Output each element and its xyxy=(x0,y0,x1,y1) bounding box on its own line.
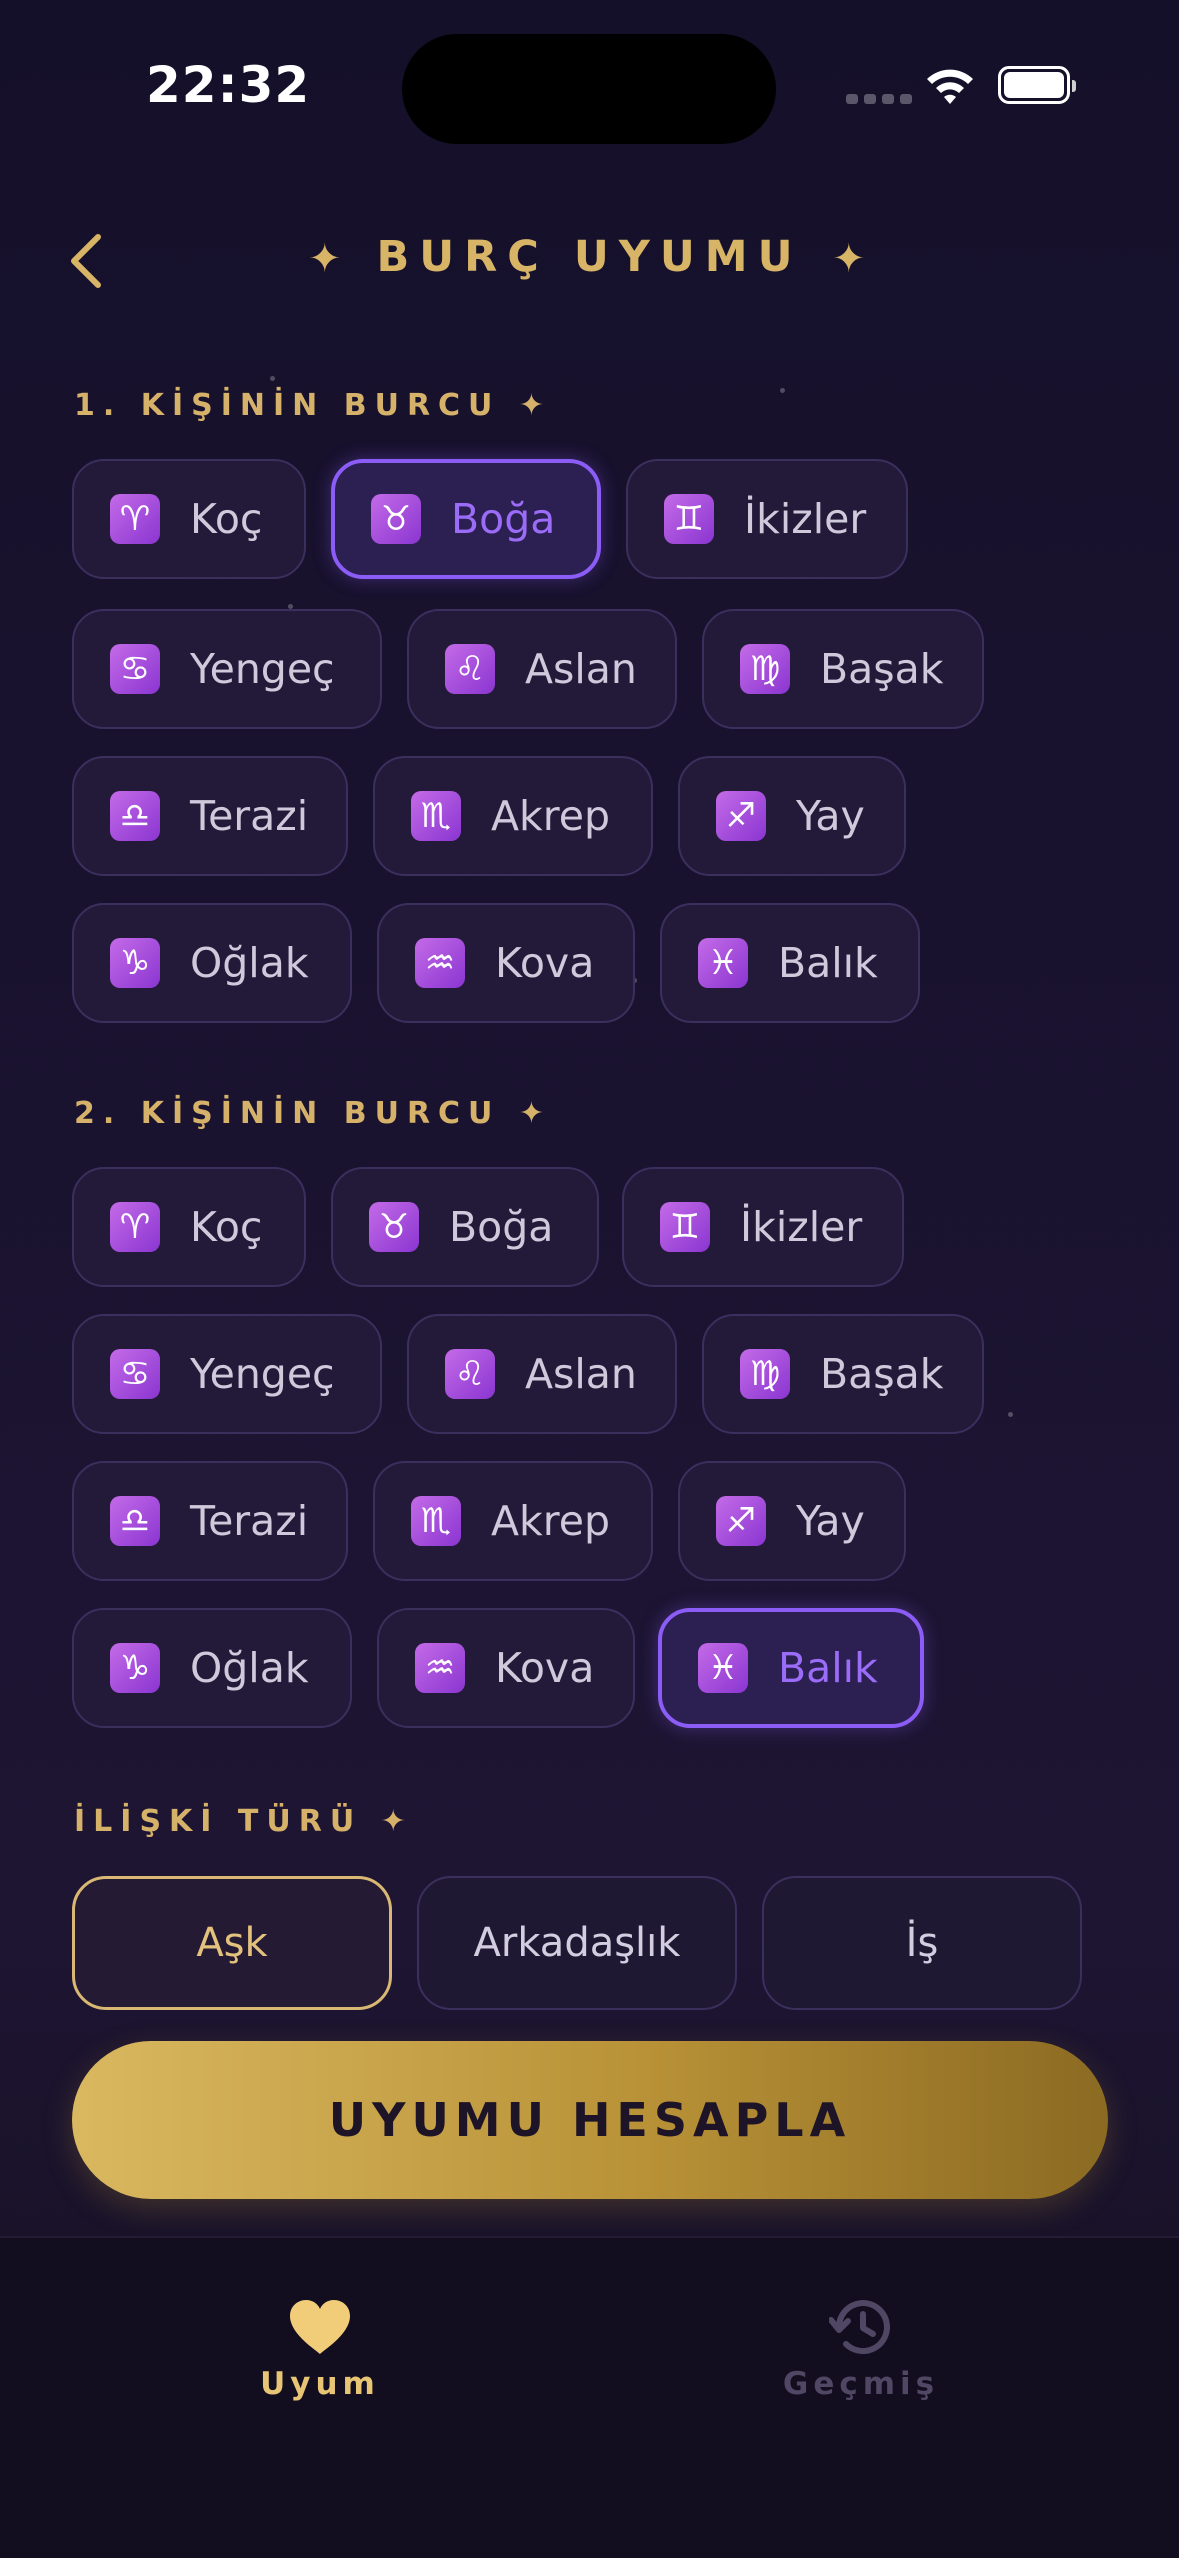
sign-label: Kova xyxy=(495,1644,595,1692)
sign-label: Yay xyxy=(796,1497,865,1545)
sign-label: Boğa xyxy=(449,1203,554,1251)
person2-sign-taurus[interactable]: ♉ Boğa xyxy=(331,1167,599,1287)
capricorn-icon: ♑ xyxy=(110,938,160,988)
sign-label: Terazi xyxy=(190,792,309,840)
sign-label: Oğlak xyxy=(190,1644,309,1692)
person1-sign-scorpio[interactable]: ♏ Akrep xyxy=(373,756,653,876)
sign-label: Akrep xyxy=(491,792,610,840)
person1-sign-taurus[interactable]: ♉ Boğa xyxy=(331,459,601,579)
sign-label: Koç xyxy=(190,1203,263,1251)
sign-label: Koç xyxy=(190,495,263,543)
aries-icon: ♈ xyxy=(110,1202,160,1252)
person1-sign-pisces[interactable]: ♓ Balık xyxy=(660,903,920,1023)
relationship-option-work[interactable]: İş xyxy=(762,1876,1082,2010)
relationship-option-friendship[interactable]: Arkadaşlık xyxy=(417,1876,737,2010)
dynamic-island xyxy=(402,34,776,144)
scorpio-icon: ♏ xyxy=(411,791,461,841)
heart-icon xyxy=(290,2300,350,2354)
person1-section-label: 1. KİŞİNİN BURCU ✦ xyxy=(74,388,552,423)
sign-label: Yengeç xyxy=(190,645,335,693)
capricorn-icon: ♑ xyxy=(110,1643,160,1693)
person2-section-label: 2. KİŞİNİN BURCU ✦ xyxy=(74,1096,552,1131)
person1-sign-sagittarius[interactable]: ♐ Yay xyxy=(678,756,906,876)
sign-label: Akrep xyxy=(491,1497,610,1545)
person2-sign-gemini[interactable]: ♊ İkizler xyxy=(622,1167,904,1287)
aquarius-icon: ♒ xyxy=(415,938,465,988)
tab-compatibility[interactable]: Uyum xyxy=(170,2298,470,2402)
sign-label: Aslan xyxy=(525,645,637,693)
person2-sign-scorpio[interactable]: ♏ Akrep xyxy=(373,1461,653,1581)
sagittarius-icon: ♐ xyxy=(716,791,766,841)
person1-sign-capricorn[interactable]: ♑ Oğlak xyxy=(72,903,352,1023)
tab-bar: Uyum Geçmiş xyxy=(0,2236,1179,2558)
aries-icon: ♈ xyxy=(110,494,160,544)
tab-history[interactable]: Geçmiş xyxy=(711,2298,1011,2402)
sign-label: Yay xyxy=(796,792,865,840)
sign-label: Balık xyxy=(778,939,878,987)
background-star xyxy=(1008,1412,1013,1417)
sign-label: Oğlak xyxy=(190,939,309,987)
sign-label: Kova xyxy=(495,939,595,987)
sign-label: Yengeç xyxy=(190,1350,335,1398)
person2-sign-capricorn[interactable]: ♑ Oğlak xyxy=(72,1608,352,1728)
cancer-icon: ♋ xyxy=(110,644,160,694)
sign-label: Aslan xyxy=(525,1350,637,1398)
person2-sign-virgo[interactable]: ♍ Başak xyxy=(702,1314,984,1434)
sign-label: İkizler xyxy=(744,495,867,543)
sparkle-icon: ✦ xyxy=(832,236,866,282)
person1-sign-libra[interactable]: ♎ Terazi xyxy=(72,756,348,876)
taurus-icon: ♉ xyxy=(371,494,421,544)
tab-label: Geçmiş xyxy=(782,2366,940,2402)
background-star xyxy=(270,376,275,381)
relationship-section-label: İLİŞKİ TÜRÜ ✦ xyxy=(74,1804,414,1839)
sagittarius-icon: ♐ xyxy=(716,1496,766,1546)
person2-sign-pisces[interactable]: ♓ Balık xyxy=(658,1608,924,1728)
libra-icon: ♎ xyxy=(110,791,160,841)
page-title: BURÇ UYUMU xyxy=(376,232,803,282)
virgo-icon: ♍ xyxy=(740,644,790,694)
scorpio-icon: ♏ xyxy=(411,1496,461,1546)
sign-label: Boğa xyxy=(451,495,556,543)
taurus-icon: ♉ xyxy=(369,1202,419,1252)
person2-sign-leo[interactable]: ♌ Aslan xyxy=(407,1314,677,1434)
history-icon xyxy=(829,2300,890,2355)
leo-icon: ♌ xyxy=(445,1349,495,1399)
person1-sign-virgo[interactable]: ♍ Başak xyxy=(702,609,984,729)
person2-sign-aquarius[interactable]: ♒ Kova xyxy=(377,1608,635,1728)
person2-sign-cancer[interactable]: ♋ Yengeç xyxy=(72,1314,382,1434)
person2-sign-libra[interactable]: ♎ Terazi xyxy=(72,1461,348,1581)
battery-icon xyxy=(998,66,1076,104)
cancer-icon: ♋ xyxy=(110,1349,160,1399)
person1-sign-gemini[interactable]: ♊ İkizler xyxy=(626,459,908,579)
sign-label: Başak xyxy=(820,1350,944,1398)
calculate-compatibility-button[interactable]: UYUMU HESAPLA xyxy=(72,2041,1108,2199)
virgo-icon: ♍ xyxy=(740,1349,790,1399)
libra-icon: ♎ xyxy=(110,1496,160,1546)
sign-label: Terazi xyxy=(190,1497,309,1545)
sign-label: Başak xyxy=(820,645,944,693)
cellular-signal-icon xyxy=(846,94,912,104)
gemini-icon: ♊ xyxy=(660,1202,710,1252)
aquarius-icon: ♒ xyxy=(415,1643,465,1693)
pisces-icon: ♓ xyxy=(698,1643,748,1693)
person1-sign-aquarius[interactable]: ♒ Kova xyxy=(377,903,635,1023)
gemini-icon: ♊ xyxy=(664,494,714,544)
person1-sign-aries[interactable]: ♈ Koç xyxy=(72,459,306,579)
person2-sign-aries[interactable]: ♈ Koç xyxy=(72,1167,306,1287)
sign-label: İkizler xyxy=(740,1203,863,1251)
tab-label: Uyum xyxy=(260,2366,380,2402)
relationship-option-love[interactable]: Aşk xyxy=(72,1876,392,2010)
wifi-icon xyxy=(927,69,973,104)
person1-sign-cancer[interactable]: ♋ Yengeç xyxy=(72,609,382,729)
sign-label: Balık xyxy=(778,1644,878,1692)
person2-sign-sagittarius[interactable]: ♐ Yay xyxy=(678,1461,906,1581)
person1-sign-leo[interactable]: ♌ Aslan xyxy=(407,609,677,729)
leo-icon: ♌ xyxy=(445,644,495,694)
background-star xyxy=(780,388,785,393)
status-time: 22:32 xyxy=(146,56,311,114)
pisces-icon: ♓ xyxy=(698,938,748,988)
